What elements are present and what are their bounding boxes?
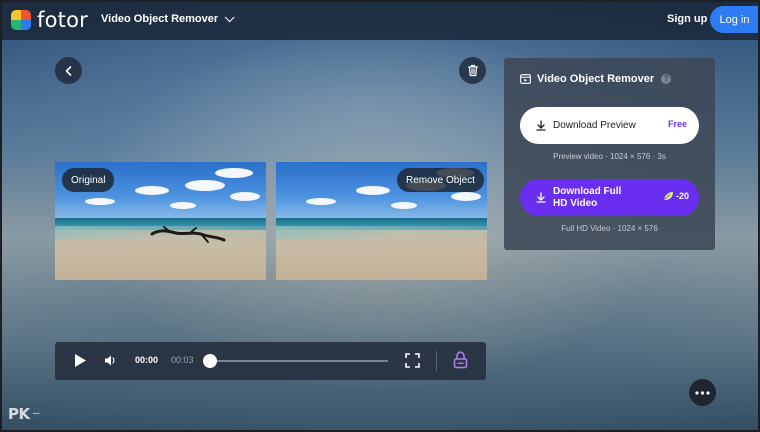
volume-icon[interactable] [104, 354, 117, 367]
video-player-controls: 00:00 00:03 [55, 342, 486, 380]
cloud [85, 198, 115, 205]
fullscreen-icon[interactable] [405, 353, 420, 368]
cloud [230, 192, 260, 201]
watermark-caption: ▪▪▪▪ [32, 411, 40, 417]
fotor-logo[interactable]: fotor [11, 9, 88, 31]
controls-divider [436, 351, 437, 371]
trash-icon [467, 64, 478, 77]
panel-title-text: Video Object Remover [537, 73, 655, 85]
play-icon[interactable] [74, 353, 87, 368]
log-in-button[interactable]: Log in [710, 6, 759, 33]
duration-time: 00:03 [171, 355, 194, 365]
logo-text: fotor [37, 8, 88, 32]
top-bar: fotor Video Object Remover Sign up Log i… [0, 0, 760, 40]
free-badge: Free [667, 119, 687, 129]
tool-menu-dropdown[interactable]: Video Object Remover [101, 11, 235, 25]
back-button[interactable] [55, 57, 82, 84]
cloud [135, 186, 169, 195]
cloud [170, 202, 196, 209]
help-icon[interactable]: ? [661, 74, 672, 84]
leaf-icon [663, 192, 673, 200]
fotor-logo-mark [11, 10, 31, 30]
pk-watermark-text: PK [8, 405, 30, 423]
download-hd-button[interactable]: Download Full HD Video -20 [520, 179, 699, 216]
current-time: 00:00 [135, 355, 159, 365]
download-icon [536, 192, 546, 203]
credit-cost: -20 [663, 191, 689, 201]
download-panel: Video Object Remover ? Download Preview … [504, 58, 715, 250]
cloud [185, 180, 225, 191]
preview-meta: Preview video · 1024 × 576 · 3s [553, 152, 666, 161]
more-button[interactable] [689, 379, 716, 406]
original-label: Original [62, 168, 115, 192]
more-icon [695, 390, 710, 395]
credit-cost-value: -20 [675, 191, 689, 201]
download-hd-label: Download Full HD Video [553, 185, 622, 209]
download-preview-button[interactable]: Download Preview Free [520, 107, 699, 144]
panel-title: Video Object Remover ? [520, 73, 672, 85]
cloud [356, 186, 390, 195]
download-icon [536, 120, 546, 131]
chevron-down-icon [224, 11, 235, 22]
lock-icon[interactable] [453, 351, 468, 369]
cloud [451, 192, 481, 201]
hd-meta: Full HD Video · 1024 × 576 [561, 224, 658, 233]
pk-watermark: PK ▪▪▪▪ [8, 405, 55, 423]
cloud [391, 202, 417, 209]
driftwood-object [150, 226, 226, 243]
remove-object-label: Remove Object [397, 168, 484, 192]
progress-track[interactable] [207, 360, 388, 362]
cloud [215, 168, 253, 178]
back-icon [65, 65, 71, 76]
sign-up-link[interactable]: Sign up [667, 13, 707, 25]
cloud [306, 198, 336, 205]
delete-button[interactable] [459, 57, 486, 84]
shore-area [276, 226, 487, 240]
progress-knob[interactable] [203, 354, 217, 368]
tool-menu-label: Video Object Remover [101, 13, 219, 25]
panel-video-icon [520, 74, 531, 84]
download-preview-label: Download Preview [553, 120, 636, 131]
